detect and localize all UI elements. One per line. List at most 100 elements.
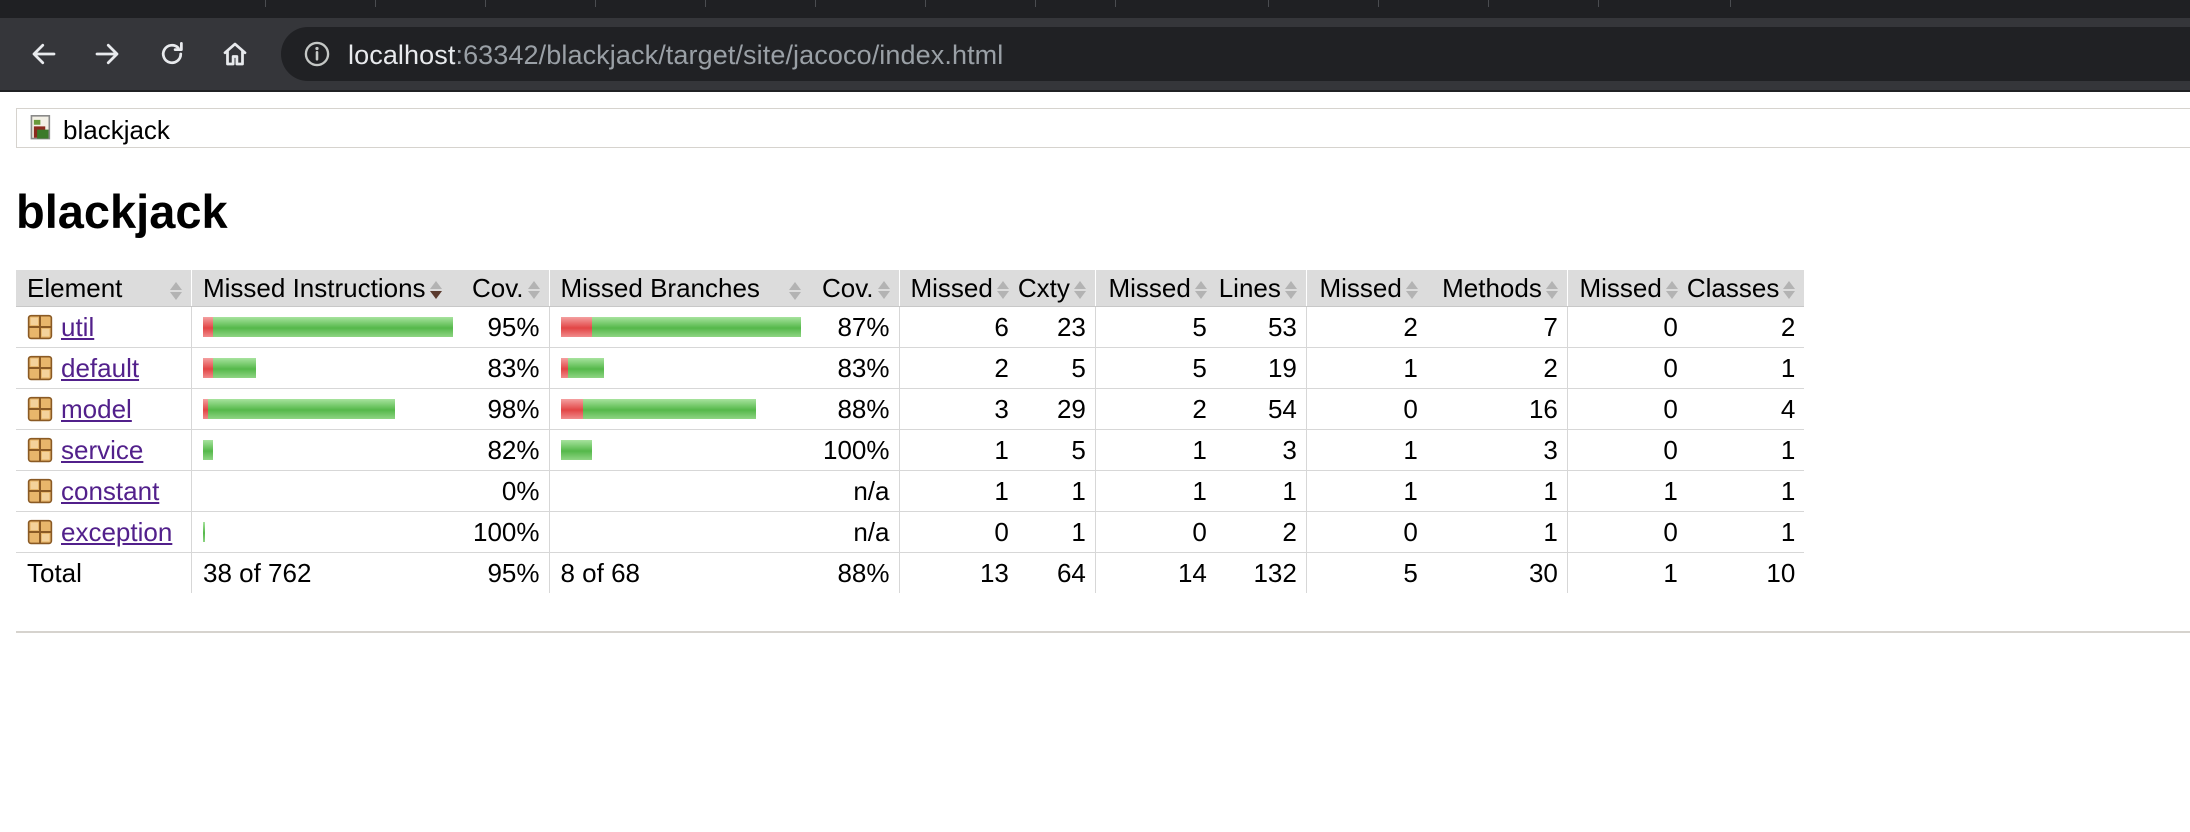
instr-coverage: 0% <box>462 470 549 512</box>
instr-coverage: 83% <box>462 347 549 389</box>
missed-cxty-value: 0 <box>898 511 1018 553</box>
lines-value: 53 <box>1215 306 1307 348</box>
covered-bar-segment <box>591 317 801 337</box>
instructions-bar <box>203 522 453 542</box>
reload-icon <box>161 42 183 65</box>
missed-lines-value: 5 <box>1094 306 1216 348</box>
cxty-value: 1 <box>1017 470 1096 512</box>
sort-icon <box>1545 280 1558 300</box>
package-icon <box>27 396 53 422</box>
header-classes[interactable]: Classes <box>1686 270 1805 307</box>
missed-lines-value: 5 <box>1094 347 1216 389</box>
package-link-constant[interactable]: constant <box>61 476 159 507</box>
cxty-value: 5 <box>1017 429 1096 471</box>
branch-coverage: 83% <box>809 347 899 389</box>
total-missed-classes: 1 <box>1566 552 1687 593</box>
classes-value: 4 <box>1686 388 1805 430</box>
table-row: default 83% 83% 2 5 5 19 1 2 0 1 <box>16 347 1805 389</box>
toolbar-divider <box>0 90 2190 92</box>
total-instr-cov: 95% <box>487 557 540 588</box>
arrow-right-icon <box>95 43 119 65</box>
covered-bar-segment <box>560 440 592 460</box>
header-cxty[interactable]: Cxty <box>1017 270 1096 307</box>
total-cxty: 64 <box>1056 557 1086 588</box>
package-icon <box>27 519 53 545</box>
branches-bar <box>560 399 801 419</box>
classes-value: 1 <box>1686 429 1805 471</box>
methods-value: 3 <box>1426 429 1568 471</box>
lines-value: 19 <box>1215 347 1307 389</box>
instructions-bar-cell <box>191 306 462 348</box>
home-button[interactable] <box>217 36 253 72</box>
missed-bar-segment <box>560 317 592 337</box>
covered-bar-segment <box>208 399 395 419</box>
instructions-bar <box>203 399 453 419</box>
package-link-default[interactable]: default <box>61 353 139 384</box>
missed-classes-value: 0 <box>1566 347 1687 389</box>
package-icon <box>27 314 53 340</box>
home-icon <box>223 42 247 66</box>
sort-icon <box>1194 280 1207 300</box>
missed-cxty-value: 1 <box>898 470 1018 512</box>
element-cell: util <box>16 306 192 348</box>
package-link-util[interactable]: util <box>61 312 94 343</box>
cxty-value: 1 <box>1017 511 1096 553</box>
package-link-exception[interactable]: exception <box>61 517 172 548</box>
package-icon <box>27 437 53 463</box>
classes-value: 1 <box>1686 347 1805 389</box>
methods-value: 1 <box>1426 511 1568 553</box>
package-link-model[interactable]: model <box>61 394 132 425</box>
back-button[interactable] <box>26 36 62 72</box>
header-branch-cov[interactable]: Cov. <box>809 270 899 307</box>
header-element[interactable]: Element <box>16 270 192 307</box>
sort-icon <box>1405 280 1418 300</box>
instr-coverage: 100% <box>462 511 549 553</box>
reload-button[interactable] <box>154 36 190 72</box>
branches-bar-cell <box>548 429 810 471</box>
total-lines: 132 <box>1253 557 1297 588</box>
cxty-value: 23 <box>1017 306 1096 348</box>
missed-methods-value: 1 <box>1305 347 1427 389</box>
header-missed-branches[interactable]: Missed Branches <box>548 270 810 307</box>
header-missed-classes[interactable]: Missed <box>1566 270 1687 307</box>
browser-toolbar: localhost:63342/blackjack/target/site/ja… <box>0 18 2190 90</box>
table-row: util 95% 87% 6 23 5 53 2 7 0 2 <box>16 306 1805 348</box>
package-link-service[interactable]: service <box>61 435 143 466</box>
breadcrumb-label: blackjack <box>63 115 170 145</box>
coverage-table: Element Missed Instructions Cov. Missed … <box>16 270 1805 593</box>
url-path: :63342/blackjack/target/site/jacoco/inde… <box>455 40 1004 70</box>
element-cell: exception <box>16 511 192 553</box>
total-missed-lines: 14 <box>1094 552 1216 593</box>
sort-icon <box>996 280 1009 300</box>
covered-bar-segment <box>213 317 453 337</box>
instructions-bar-cell <box>191 347 462 389</box>
header-methods[interactable]: Methods <box>1426 270 1568 307</box>
cxty-value: 29 <box>1017 388 1096 430</box>
total-branches: 8 of 68 <box>548 552 810 593</box>
total-classes: 10 <box>1766 557 1796 588</box>
sort-icon <box>1783 280 1796 300</box>
element-cell-content: default <box>27 353 182 384</box>
classes-value: 2 <box>1686 306 1805 348</box>
header-lines[interactable]: Lines <box>1215 270 1307 307</box>
header-missed-cxty[interactable]: Missed <box>898 270 1018 307</box>
total-instructions: 38 of 762 <box>191 552 462 593</box>
missed-bar-segment <box>203 358 213 378</box>
branches-bar <box>561 481 801 501</box>
element-cell-content: service <box>27 435 182 466</box>
total-label: Total <box>27 557 82 588</box>
header-instr-cov[interactable]: Cov. <box>462 270 549 307</box>
info-icon[interactable] <box>303 40 331 68</box>
address-bar[interactable]: localhost:63342/blackjack/target/site/ja… <box>281 27 2190 81</box>
header-missed-lines[interactable]: Missed <box>1094 270 1216 307</box>
branches-bar-cell <box>548 511 810 553</box>
branch-coverage: 88% <box>809 388 899 430</box>
package-icon <box>27 478 53 504</box>
forward-button[interactable] <box>89 36 125 72</box>
url-text[interactable]: localhost:63342/blackjack/target/site/ja… <box>348 40 1003 71</box>
covered-bar-segment <box>203 522 205 542</box>
element-cell: default <box>16 347 192 389</box>
header-missed-instructions[interactable]: Missed Instructions <box>191 270 462 307</box>
header-missed-methods[interactable]: Missed <box>1305 270 1427 307</box>
missed-cxty-value: 2 <box>898 347 1018 389</box>
